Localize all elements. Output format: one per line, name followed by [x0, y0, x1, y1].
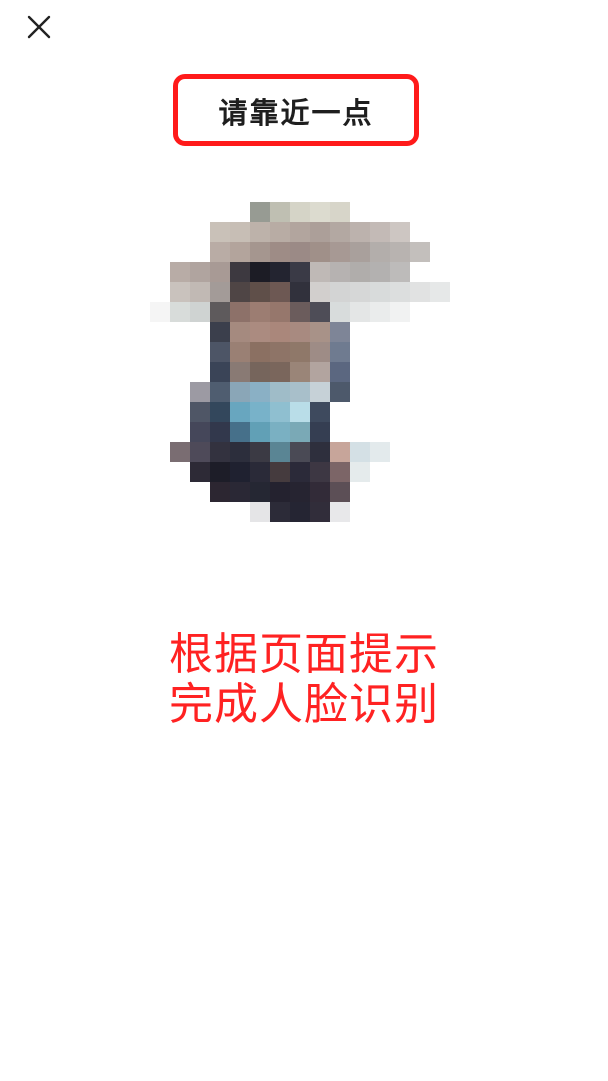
face-prompt-text: 请靠近一点: [218, 96, 374, 130]
face-recognition-hint: 根据页面提示 完成人脸识别: [0, 630, 608, 730]
pixelated-face-image: [150, 202, 450, 522]
face-prompt-box: 请靠近一点: [173, 74, 419, 146]
face-camera-preview: [150, 200, 470, 550]
hint-line-2: 完成人脸识别: [169, 679, 439, 730]
close-icon[interactable]: [20, 10, 56, 46]
hint-line-1: 根据页面提示: [169, 629, 439, 680]
close-button[interactable]: [20, 10, 56, 46]
